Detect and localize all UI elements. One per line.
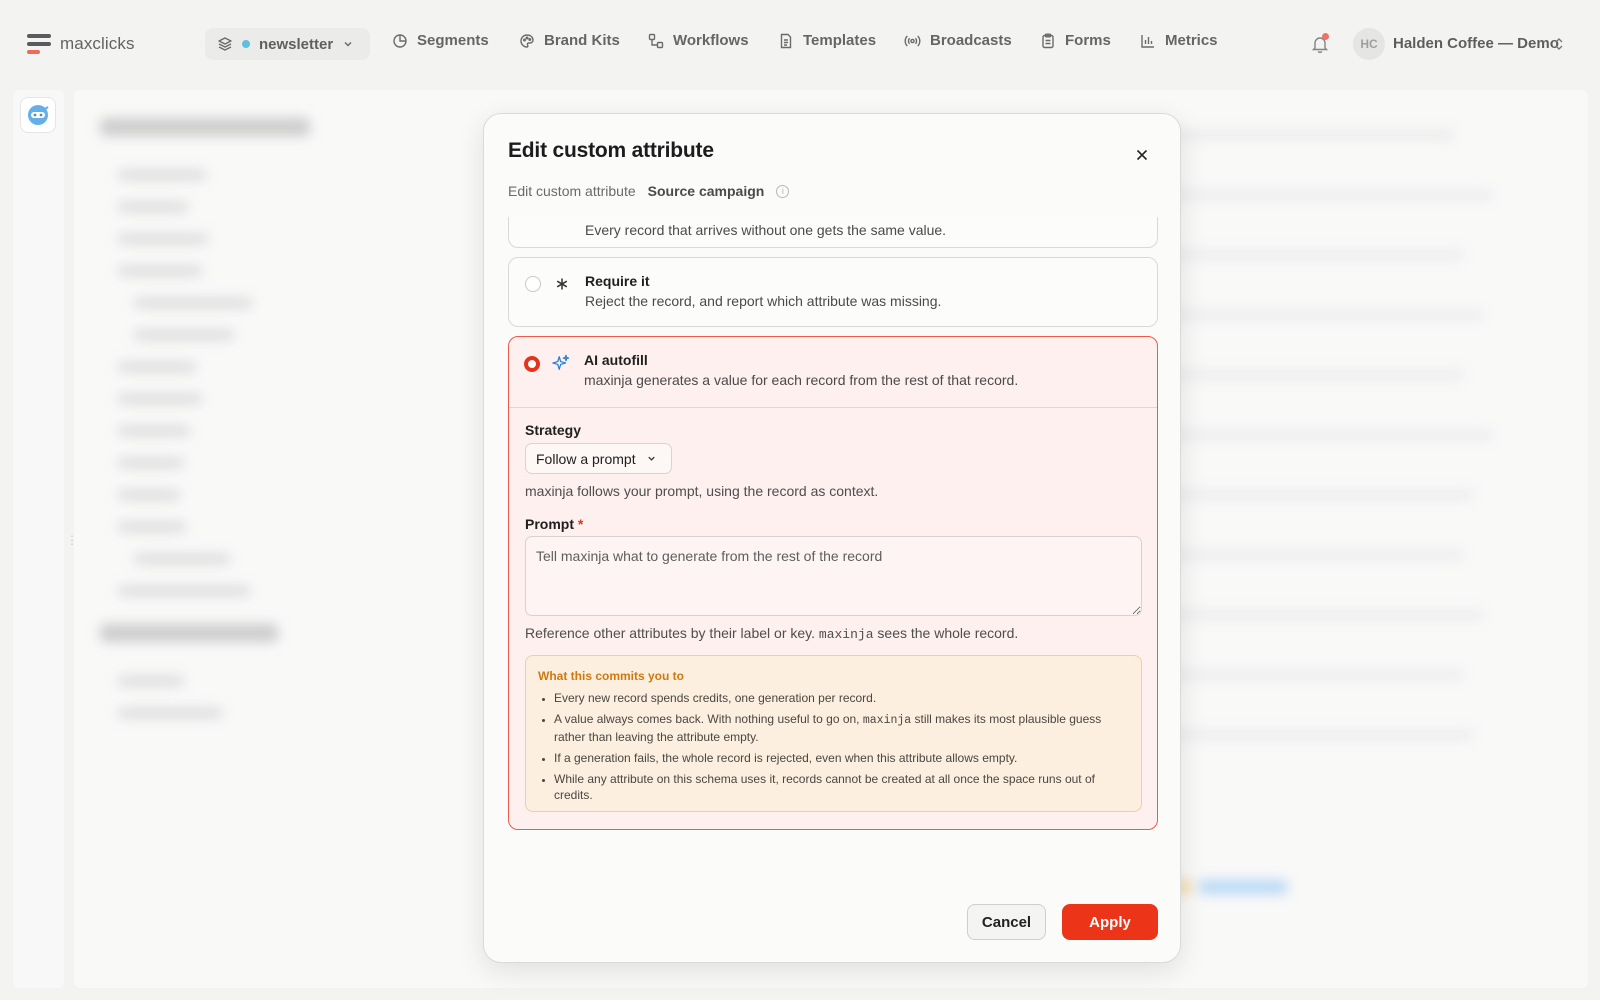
required-marker: * [577,516,584,532]
asterisk-icon [553,275,571,293]
cancel-button[interactable]: Cancel [967,904,1046,940]
list-item: Every new record spends credits, one gen… [554,690,1129,706]
prompt-textarea[interactable] [525,536,1142,616]
prompt-help: Reference other attributes by their labe… [525,625,1018,642]
prompt-help-text: sees the whole record. [877,625,1019,641]
breadcrumb-current: Source campaign [647,183,765,199]
chevron-down-icon [647,456,655,461]
commitments-list: Every new record spends credits, one gen… [538,690,1129,803]
close-icon[interactable] [1134,147,1150,163]
apply-button[interactable]: Apply [1062,904,1158,940]
option-default-value[interactable]: Every record that arrives without one ge… [508,217,1158,248]
require-radio[interactable] [525,276,541,292]
option-description: Every record that arrives without one ge… [585,222,947,238]
callout-title: What this commits you to [538,669,685,683]
list-item-text: A value always comes back. With nothing … [554,712,860,726]
option-title: AI autofill [584,352,648,368]
breadcrumb-parent: Edit custom attribute [508,183,636,199]
list-item: While any attribute on this schema uses … [554,771,1129,803]
option-title: Require it [585,273,650,289]
prompt-help-code: maxinja [818,627,874,642]
list-item-code: maxinja [862,714,912,727]
prompt-label: Prompt * [525,516,583,532]
info-icon[interactable]: i [776,184,790,198]
breadcrumb: Edit custom attribute Source campaign i [508,183,790,199]
option-description: maxinja generates a value for each recor… [584,372,1019,388]
prompt-help-text: Reference other attributes by their labe… [525,625,816,641]
dialog-scroll-area[interactable]: Every record that arrives without one ge… [508,217,1158,952]
strategy-label: Strategy [525,422,582,438]
option-require[interactable]: Require it Reject the record, and report… [508,257,1158,327]
dialog-title: Edit custom attribute [508,139,714,162]
option-description: Reject the record, and report which attr… [585,293,942,309]
ai-autofill-radio[interactable] [524,356,540,372]
divider [509,407,1157,408]
strategy-select[interactable]: Follow a prompt [525,443,672,474]
list-item: A value always comes back. With nothing … [554,711,1129,745]
edit-attribute-dialog: Edit custom attribute Edit custom attrib… [483,113,1181,963]
option-ai-autofill[interactable]: AI autofill maxinja generates a value fo… [508,336,1158,830]
strategy-help: maxinja follows your prompt, using the r… [525,483,879,499]
strategy-value: Follow a prompt [536,450,636,467]
list-item: If a generation fails, the whole record … [554,750,1129,766]
prompt-label-text: Prompt [525,516,574,532]
sparkle-icon [552,354,570,372]
commitments-callout: What this commits you to Every new recor… [525,655,1142,812]
